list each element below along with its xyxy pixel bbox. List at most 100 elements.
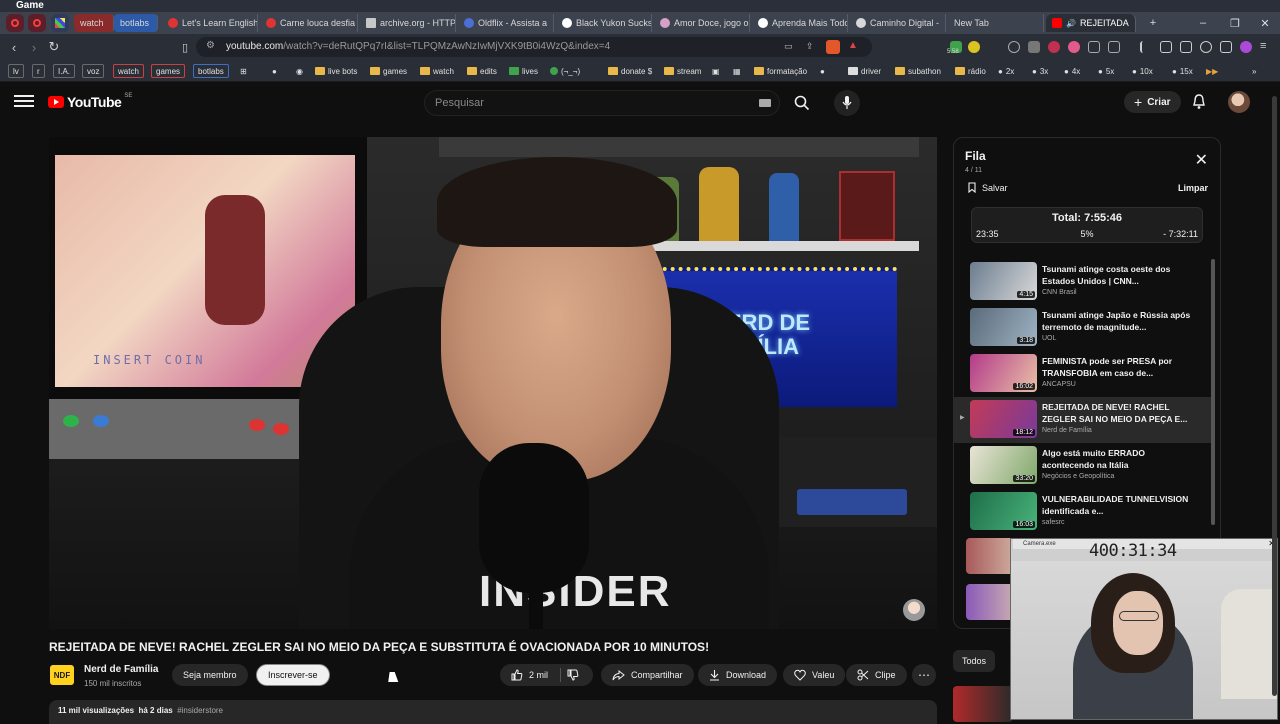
queue-scrollbar[interactable] bbox=[1211, 259, 1215, 525]
queue-item[interactable]: 16:03 VULNERABILIDADE TUNNELVISION identi… bbox=[962, 489, 1212, 535]
queue-item-title[interactable]: REJEITADA DE NEVE! RACHEL ZEGLER SAI NO … bbox=[1042, 401, 1192, 425]
bookmark-subathon[interactable]: subathon bbox=[895, 64, 941, 78]
tab-black-yukon[interactable]: Black Yukon Sucks bbox=[556, 14, 652, 32]
shield-icon[interactable] bbox=[1220, 41, 1232, 53]
new-tab-icon[interactable]: + bbox=[1138, 12, 1168, 34]
bookmark-watch-folder[interactable]: watch bbox=[420, 64, 454, 78]
download-button[interactable]: Download bbox=[698, 664, 778, 686]
voice-search-button[interactable] bbox=[834, 90, 860, 116]
pinned-tab-record-icon[interactable] bbox=[28, 14, 46, 32]
queue-item-title[interactable]: Tsunami atinge costa oeste dos Estados U… bbox=[1042, 263, 1192, 287]
bookmark-app-icon[interactable]: ▣ bbox=[712, 64, 720, 78]
subscribe-button[interactable]: Inscrever-se bbox=[256, 664, 330, 686]
site-settings-icon[interactable]: ⚙ bbox=[206, 40, 215, 51]
bookmark-2x[interactable]: ● 2x bbox=[998, 64, 1014, 78]
user-avatar[interactable] bbox=[1228, 91, 1250, 113]
keyboard-icon[interactable] bbox=[759, 99, 771, 107]
reload-icon[interactable]: ↻ bbox=[45, 38, 63, 56]
wallet-icon[interactable] bbox=[1180, 41, 1192, 53]
bookmark-driver[interactable]: driver bbox=[848, 64, 881, 78]
bookmark-5x[interactable]: ● 5x bbox=[1098, 64, 1114, 78]
url-text[interactable]: youtube.com/watch?v=deRutQPq7rI&list=TLP… bbox=[226, 41, 610, 52]
extension-pink-icon[interactable] bbox=[1068, 41, 1080, 53]
tab-lets-learn-english[interactable]: Let's Learn English bbox=[162, 14, 258, 32]
extension-mask-icon[interactable] bbox=[1028, 41, 1040, 53]
bookmark-15x[interactable]: ● 15x bbox=[1172, 64, 1193, 78]
queue-thumbnail[interactable]: 18:12 bbox=[970, 400, 1037, 438]
queue-item-title[interactable]: Algo está muito ERRADO acontecendo na It… bbox=[1042, 447, 1192, 471]
join-member-button[interactable]: Seja membro bbox=[172, 664, 248, 686]
tab-aprenda-mais[interactable]: Aprenda Mais Todo bbox=[752, 14, 848, 32]
video-player[interactable]: INSERT COIN NERD DE FAMÍLIA INSIDER bbox=[49, 137, 937, 629]
bookmark-voz[interactable]: voz bbox=[82, 64, 105, 78]
queue-item[interactable]: ▶ 18:12 REJEITADA DE NEVE! RACHEL ZEGLER S… bbox=[954, 397, 1212, 443]
bookmark-github-icon[interactable]: ● bbox=[820, 64, 825, 78]
pinned-tab-app-icon[interactable] bbox=[51, 14, 69, 32]
queue-item[interactable]: 3:18 Tsunami atinge Japão e Rússia após t… bbox=[962, 305, 1212, 351]
search-input[interactable] bbox=[435, 97, 735, 109]
clip-button[interactable]: Clipe bbox=[846, 664, 907, 686]
close-icon[interactable]: ✕ bbox=[1195, 153, 1208, 169]
bookmark-stream[interactable]: stream bbox=[664, 64, 701, 78]
queue-item[interactable]: 33:20 Algo está muito ERRADO acontecendo … bbox=[962, 443, 1212, 489]
thumbs-down-icon[interactable] bbox=[567, 669, 579, 681]
hamburger-menu-icon[interactable] bbox=[14, 93, 34, 109]
create-button[interactable]: + Criar bbox=[1124, 91, 1181, 113]
bookmark-ia[interactable]: I.A. bbox=[53, 64, 76, 78]
queue-item[interactable]: 4:15 Tsunami atinge costa oeste dos Estad… bbox=[962, 259, 1212, 305]
more-actions-icon[interactable]: ⋯ bbox=[912, 664, 936, 686]
cast-icon[interactable]: ▭ bbox=[784, 41, 793, 52]
filter-chip-all[interactable]: Todos bbox=[953, 650, 995, 672]
tab-amor-doce[interactable]: Amor Doce, jogo o bbox=[654, 14, 750, 32]
bookmark-live-bots[interactable]: live bots bbox=[315, 64, 357, 78]
browser-menu-icon[interactable]: ≡ bbox=[1260, 40, 1266, 52]
tab-current-video[interactable]: 🔊REJEITADA× bbox=[1046, 14, 1136, 32]
bookmark-grid-icon[interactable]: ▦ bbox=[733, 64, 741, 78]
queue-thumbnail[interactable]: 4:15 bbox=[970, 262, 1037, 300]
back-icon[interactable]: ‹ bbox=[5, 38, 23, 56]
extensions-puzzle-icon[interactable] bbox=[1088, 41, 1100, 53]
queue-item[interactable]: 16:02 FEMINISTA pode ser PRESA por TRANSF… bbox=[962, 351, 1212, 397]
more-bookmarks-icon[interactable]: » bbox=[1252, 64, 1256, 78]
queue-thumbnail[interactable]: 16:03 bbox=[970, 492, 1037, 530]
extension-coin-icon[interactable] bbox=[968, 41, 980, 53]
tab-caminho-digital[interactable]: Caminho Digital - bbox=[850, 14, 946, 32]
thanks-button[interactable]: Valeu bbox=[783, 664, 846, 686]
queue-thumbnail[interactable]: 33:20 bbox=[970, 446, 1037, 484]
search-button[interactable] bbox=[786, 90, 818, 116]
bookmark-10x[interactable]: ● 10x bbox=[1132, 64, 1153, 78]
webcam-overlay-window[interactable]: Camera.exe ✕ 400:31:34 bbox=[1010, 538, 1278, 720]
queue-item-title[interactable]: FEMINISTA pode ser PRESA por TRANSFOBIA … bbox=[1042, 355, 1192, 379]
queue-thumbnail[interactable]: 16:02 bbox=[970, 354, 1037, 392]
bookmark-icon[interactable]: ▯ bbox=[176, 38, 194, 56]
tab-oldflix[interactable]: Oldflix - Assista a bbox=[458, 14, 554, 32]
bookmark-r[interactable]: r bbox=[32, 64, 45, 78]
restore-icon[interactable]: ❐ bbox=[1220, 12, 1250, 34]
bookmark-botlabs[interactable]: botlabs bbox=[193, 64, 229, 78]
brave-shield-icon[interactable] bbox=[826, 40, 840, 54]
extension-circle-icon[interactable] bbox=[1008, 41, 1020, 53]
tab-group-botlabs[interactable]: botlabs bbox=[114, 14, 158, 32]
bookmark-4x[interactable]: ● 4x bbox=[1064, 64, 1080, 78]
bookmark-lv[interactable]: lv bbox=[8, 64, 24, 78]
recommended-thumbnail-partial[interactable] bbox=[953, 686, 1013, 722]
bookmark-face[interactable]: (¬_¬) bbox=[550, 64, 580, 78]
bookmark-lives[interactable]: lives bbox=[509, 64, 538, 78]
bookmark-games[interactable]: games bbox=[151, 64, 186, 78]
bookmark-3x[interactable]: ● 3x bbox=[1032, 64, 1048, 78]
tab-new-tab[interactable]: New Tab bbox=[948, 14, 1044, 32]
bookmark-donate[interactable]: donate $ bbox=[608, 64, 652, 78]
url-field[interactable]: ⚙ youtube.com/watch?v=deRutQPq7rI&list=T… bbox=[196, 37, 872, 57]
bookmark-formatacao[interactable]: formatação bbox=[754, 64, 807, 78]
save-queue-button[interactable]: Salvar bbox=[968, 182, 1008, 193]
bookmark-games-folder[interactable]: games bbox=[370, 64, 407, 78]
page-scrollbar[interactable] bbox=[1272, 88, 1278, 718]
leo-ai-icon[interactable] bbox=[1240, 41, 1252, 53]
bookmark-circle-icon[interactable]: ● bbox=[272, 64, 277, 78]
forward-icon[interactable]: › bbox=[25, 38, 43, 56]
queue-item-title[interactable]: VULNERABILIDADE TUNNELVISION identificad… bbox=[1042, 493, 1192, 517]
tab-carne-louca[interactable]: Carne louca desfia bbox=[260, 14, 358, 32]
vpn-icon[interactable] bbox=[1200, 41, 1212, 53]
bookmark-radio[interactable]: rádio bbox=[955, 64, 986, 78]
playlist-icon[interactable] bbox=[1140, 41, 1152, 53]
